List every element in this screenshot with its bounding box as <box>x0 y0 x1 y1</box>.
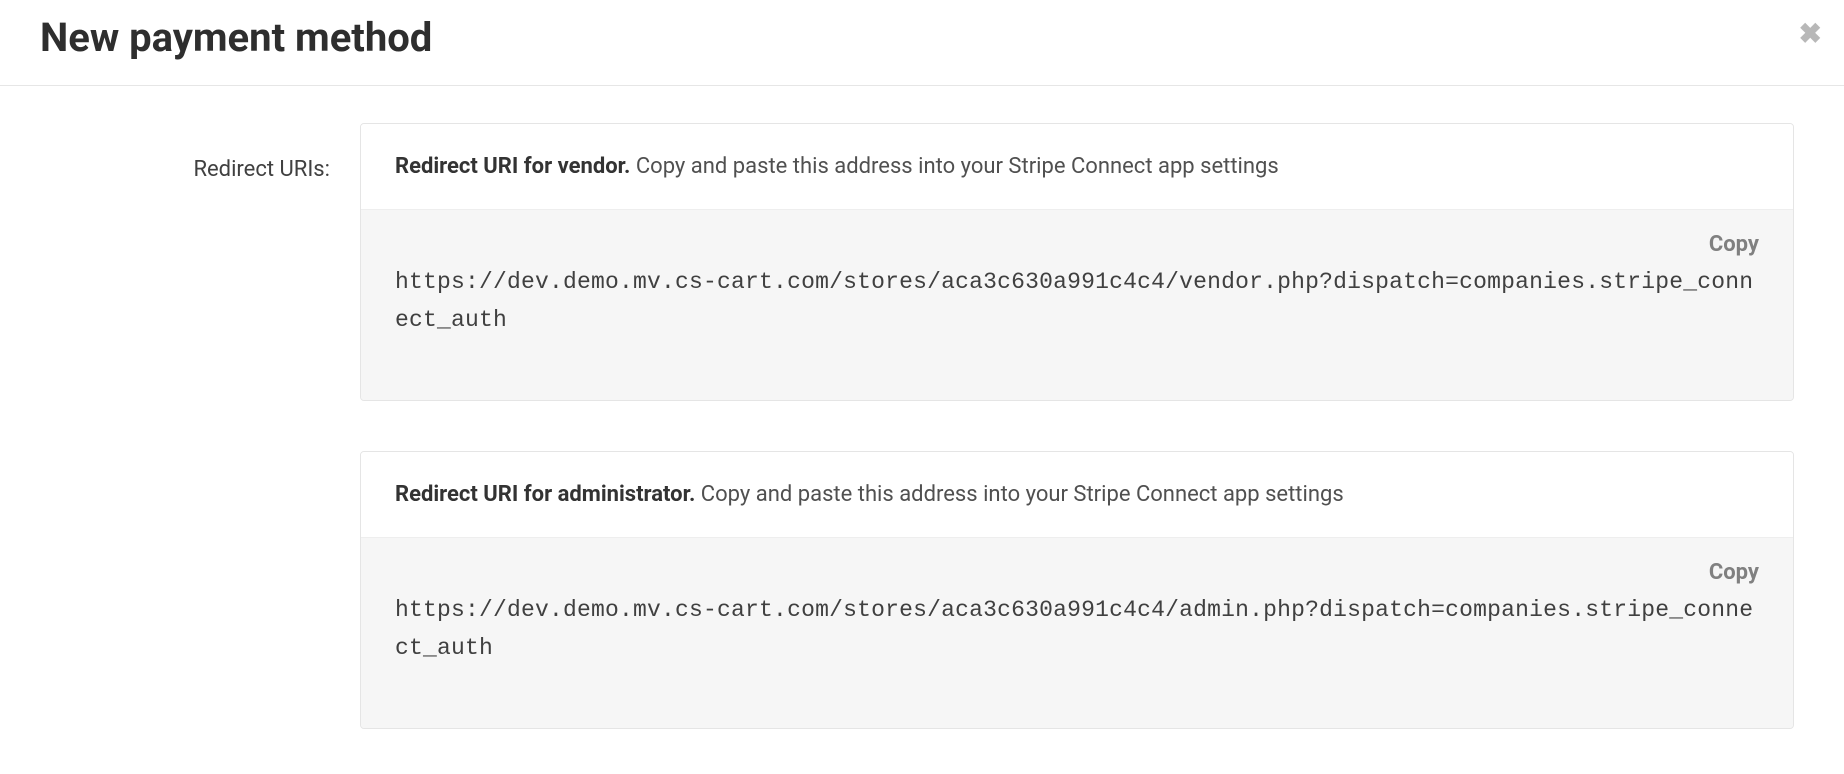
modal-header: New payment method ✖ <box>0 0 1844 86</box>
uri-block-vendor: Redirect URI for vendor. Copy and paste … <box>360 123 1794 401</box>
redirect-uris-row: Redirect URIs: Redirect URI for vendor. … <box>0 105 1844 774</box>
copy-button-vendor[interactable]: Copy <box>1709 232 1759 257</box>
close-icon[interactable]: ✖ <box>1799 20 1822 48</box>
copy-button-admin[interactable]: Copy <box>1709 560 1759 585</box>
redirect-uris-value: Redirect URI for vendor. Copy and paste … <box>360 123 1814 774</box>
uri-block-vendor-body: Copy https://dev.demo.mv.cs-cart.com/sto… <box>361 210 1793 400</box>
page-title: New payment method <box>40 14 1804 61</box>
uri-block-admin-header: Redirect URI for administrator. Copy and… <box>361 452 1793 538</box>
uri-block-admin-title-rest: Copy and paste this address into your St… <box>695 482 1343 507</box>
uri-block-vendor-title-bold: Redirect URI for vendor. <box>395 154 630 179</box>
uri-block-vendor-title-rest: Copy and paste this address into your St… <box>630 154 1278 179</box>
uri-block-admin-title-bold: Redirect URI for administrator. <box>395 482 695 507</box>
uri-block-admin: Redirect URI for administrator. Copy and… <box>360 451 1794 729</box>
modal-content[interactable]: Redirect URIs: Redirect URI for vendor. … <box>0 105 1844 774</box>
redirect-uris-label: Redirect URIs: <box>30 123 360 182</box>
uri-text-vendor: https://dev.demo.mv.cs-cart.com/stores/a… <box>395 264 1759 340</box>
uri-block-admin-body: Copy https://dev.demo.mv.cs-cart.com/sto… <box>361 538 1793 728</box>
uri-block-vendor-header: Redirect URI for vendor. Copy and paste … <box>361 124 1793 210</box>
uri-text-admin: https://dev.demo.mv.cs-cart.com/stores/a… <box>395 592 1759 668</box>
